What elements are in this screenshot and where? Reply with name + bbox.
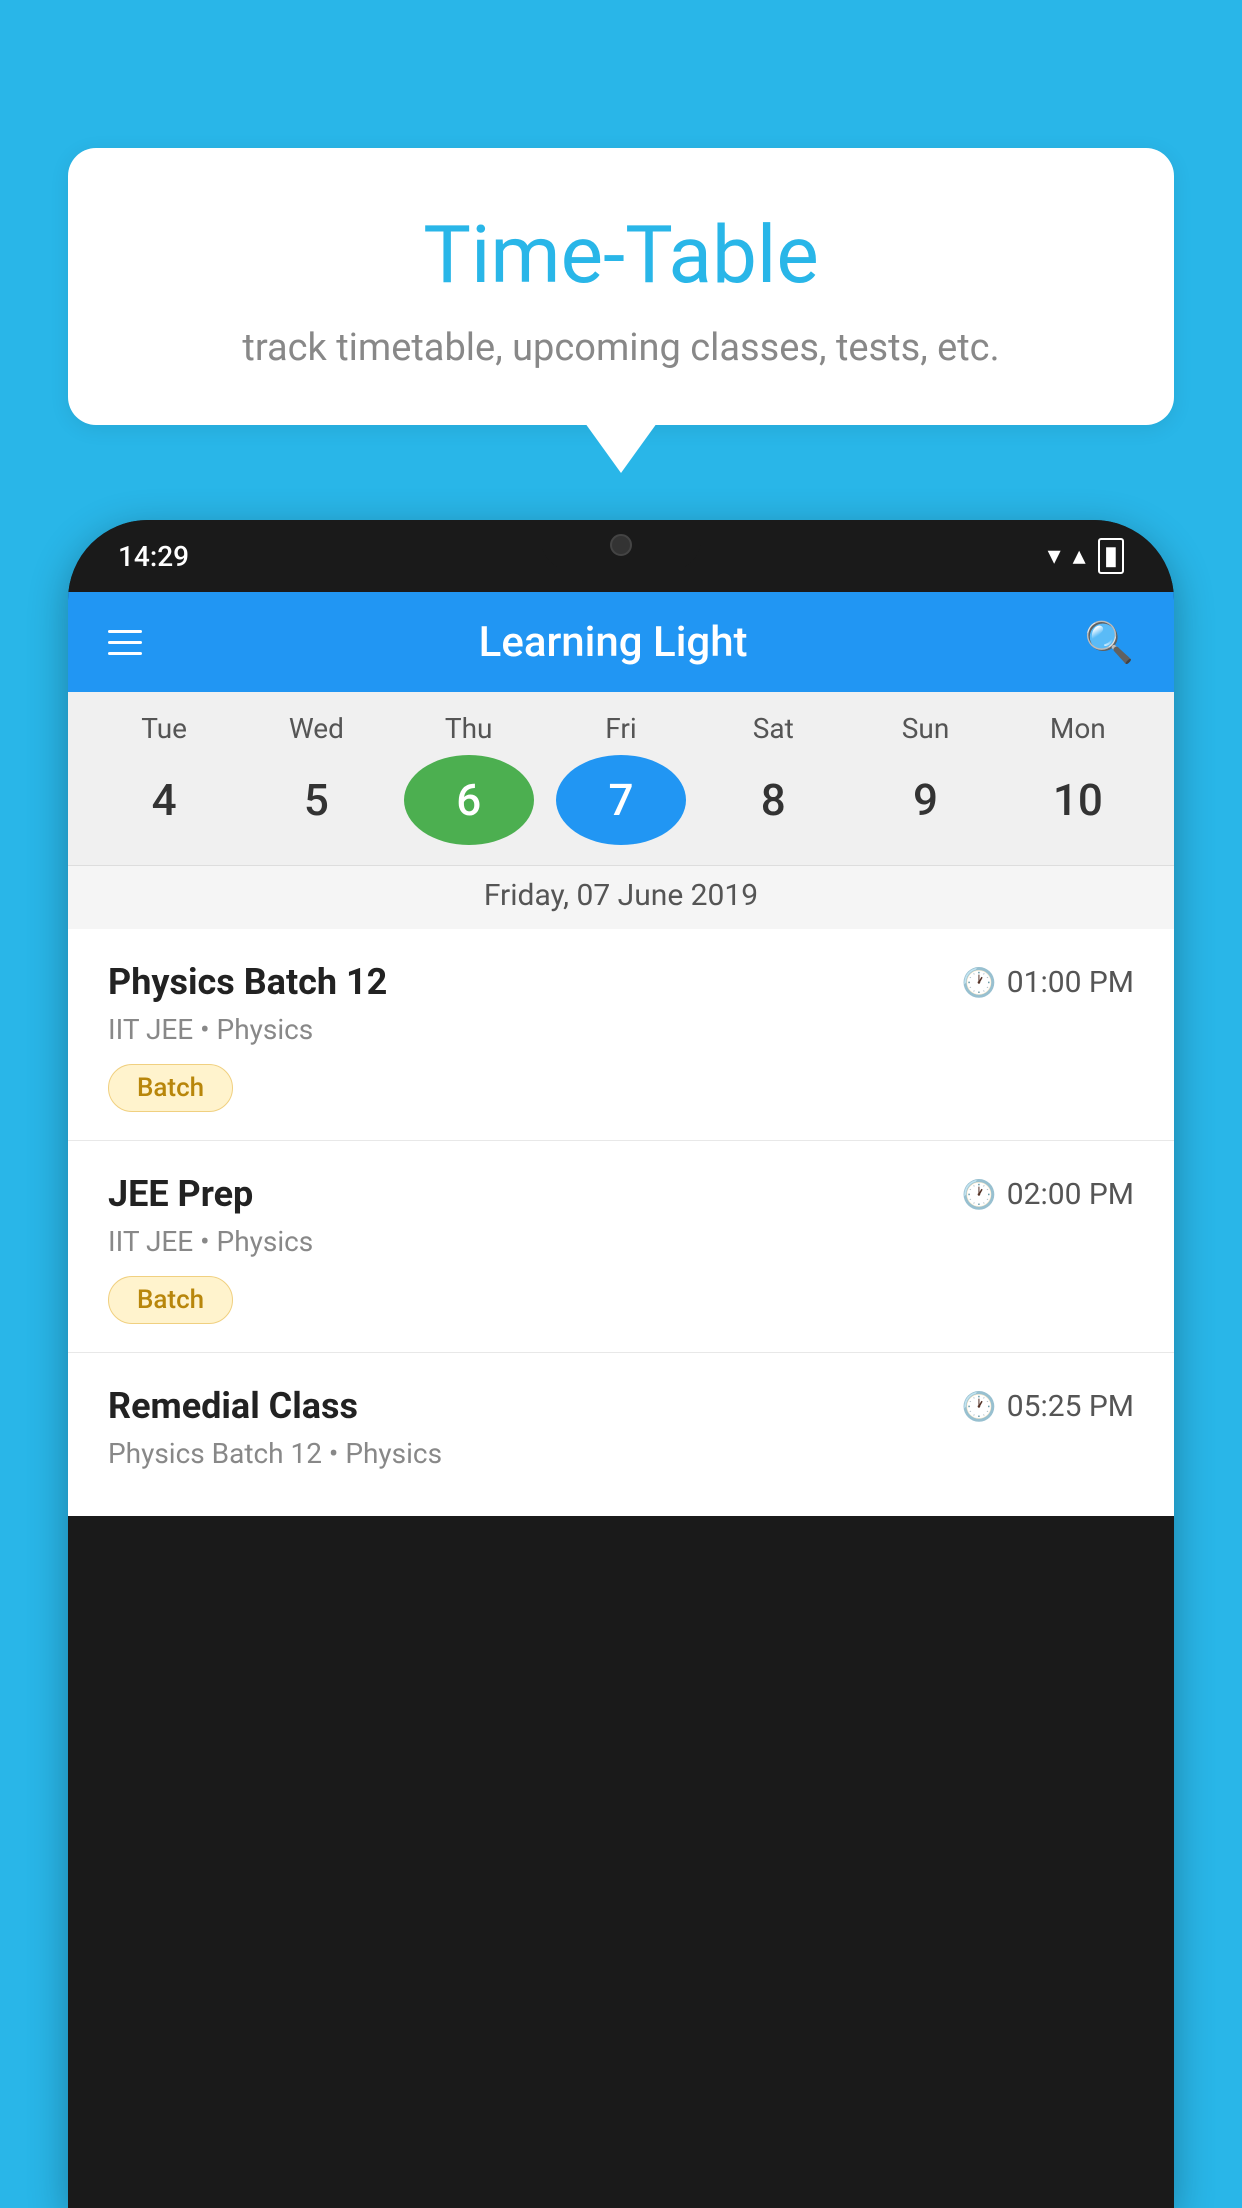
class-time-1: 🕐 01:00 PM — [962, 965, 1134, 1000]
selected-date-label: Friday, 07 June 2019 — [68, 865, 1174, 929]
class-item-3-header: Remedial Class 🕐 05:25 PM — [108, 1385, 1134, 1427]
class-meta-3: Physics Batch 12 • Physics — [108, 1437, 1134, 1470]
class-item-2[interactable]: JEE Prep 🕐 02:00 PM IIT JEE • Physics Ba… — [68, 1141, 1174, 1353]
class-item-1[interactable]: Physics Batch 12 🕐 01:00 PM IIT JEE • Ph… — [68, 929, 1174, 1141]
day-label-sun: Sun — [861, 712, 991, 745]
class-meta-2: IIT JEE • Physics — [108, 1225, 1134, 1258]
status-icons: ▾ ▴ ▮ — [1048, 538, 1124, 574]
calendar-strip: Tue Wed Thu Fri Sat Sun Mon 4 5 6 7 8 9 … — [68, 692, 1174, 929]
class-name-2: JEE Prep — [108, 1173, 253, 1215]
day-label-tue: Tue — [99, 712, 229, 745]
day-9[interactable]: 9 — [861, 755, 991, 845]
day-numbers-row: 4 5 6 7 8 9 10 — [68, 745, 1174, 865]
clock-icon-2: 🕐 — [962, 1178, 997, 1211]
speech-bubble-card: Time-Table track timetable, upcoming cla… — [68, 148, 1174, 425]
day-4[interactable]: 4 — [99, 755, 229, 845]
clock-icon-3: 🕐 — [962, 1390, 997, 1423]
day-label-sat: Sat — [708, 712, 838, 745]
menu-button[interactable] — [108, 630, 142, 655]
class-item-2-header: JEE Prep 🕐 02:00 PM — [108, 1173, 1134, 1215]
batch-badge-1: Batch — [108, 1064, 233, 1112]
status-bar: 14:29 ▾ ▴ ▮ — [68, 520, 1174, 592]
batch-badge-2: Batch — [108, 1276, 233, 1324]
day-8[interactable]: 8 — [708, 755, 838, 845]
day-label-fri: Fri — [556, 712, 686, 745]
class-meta-1: IIT JEE • Physics — [108, 1013, 1134, 1046]
search-button[interactable]: 🔍 — [1084, 619, 1134, 666]
class-time-3: 🕐 05:25 PM — [962, 1389, 1134, 1424]
wifi-icon: ▾ — [1048, 541, 1061, 571]
class-time-2: 🕐 02:00 PM — [962, 1177, 1134, 1212]
day-label-thu: Thu — [404, 712, 534, 745]
class-name-1: Physics Batch 12 — [108, 961, 387, 1003]
day-6-today[interactable]: 6 — [404, 755, 534, 845]
day-7-selected[interactable]: 7 — [556, 755, 686, 845]
class-name-3: Remedial Class — [108, 1385, 358, 1427]
bubble-subtitle: track timetable, upcoming classes, tests… — [108, 326, 1134, 370]
status-time: 14:29 — [118, 540, 189, 573]
class-list: Physics Batch 12 🕐 01:00 PM IIT JEE • Ph… — [68, 929, 1174, 1516]
day-10[interactable]: 10 — [1013, 755, 1143, 845]
time-value-3: 05:25 PM — [1007, 1389, 1134, 1424]
signal-icon: ▴ — [1073, 541, 1086, 571]
battery-icon: ▮ — [1098, 538, 1124, 574]
camera-dot — [610, 534, 632, 556]
class-item-3[interactable]: Remedial Class 🕐 05:25 PM Physics Batch … — [68, 1353, 1174, 1516]
time-value-2: 02:00 PM — [1007, 1177, 1134, 1212]
bubble-title: Time-Table — [108, 208, 1134, 302]
day-label-mon: Mon — [1013, 712, 1143, 745]
phone-frame: 14:29 ▾ ▴ ▮ Learning Light 🔍 Tue Wed Thu… — [68, 520, 1174, 2208]
time-value-1: 01:00 PM — [1007, 965, 1134, 1000]
class-item-1-header: Physics Batch 12 🕐 01:00 PM — [108, 961, 1134, 1003]
day-label-wed: Wed — [251, 712, 381, 745]
app-title: Learning Light — [479, 618, 748, 667]
day-5[interactable]: 5 — [251, 755, 381, 845]
app-header: Learning Light 🔍 — [68, 592, 1174, 692]
phone-notch — [541, 520, 701, 570]
day-labels-row: Tue Wed Thu Fri Sat Sun Mon — [68, 712, 1174, 745]
clock-icon-1: 🕐 — [962, 966, 997, 999]
